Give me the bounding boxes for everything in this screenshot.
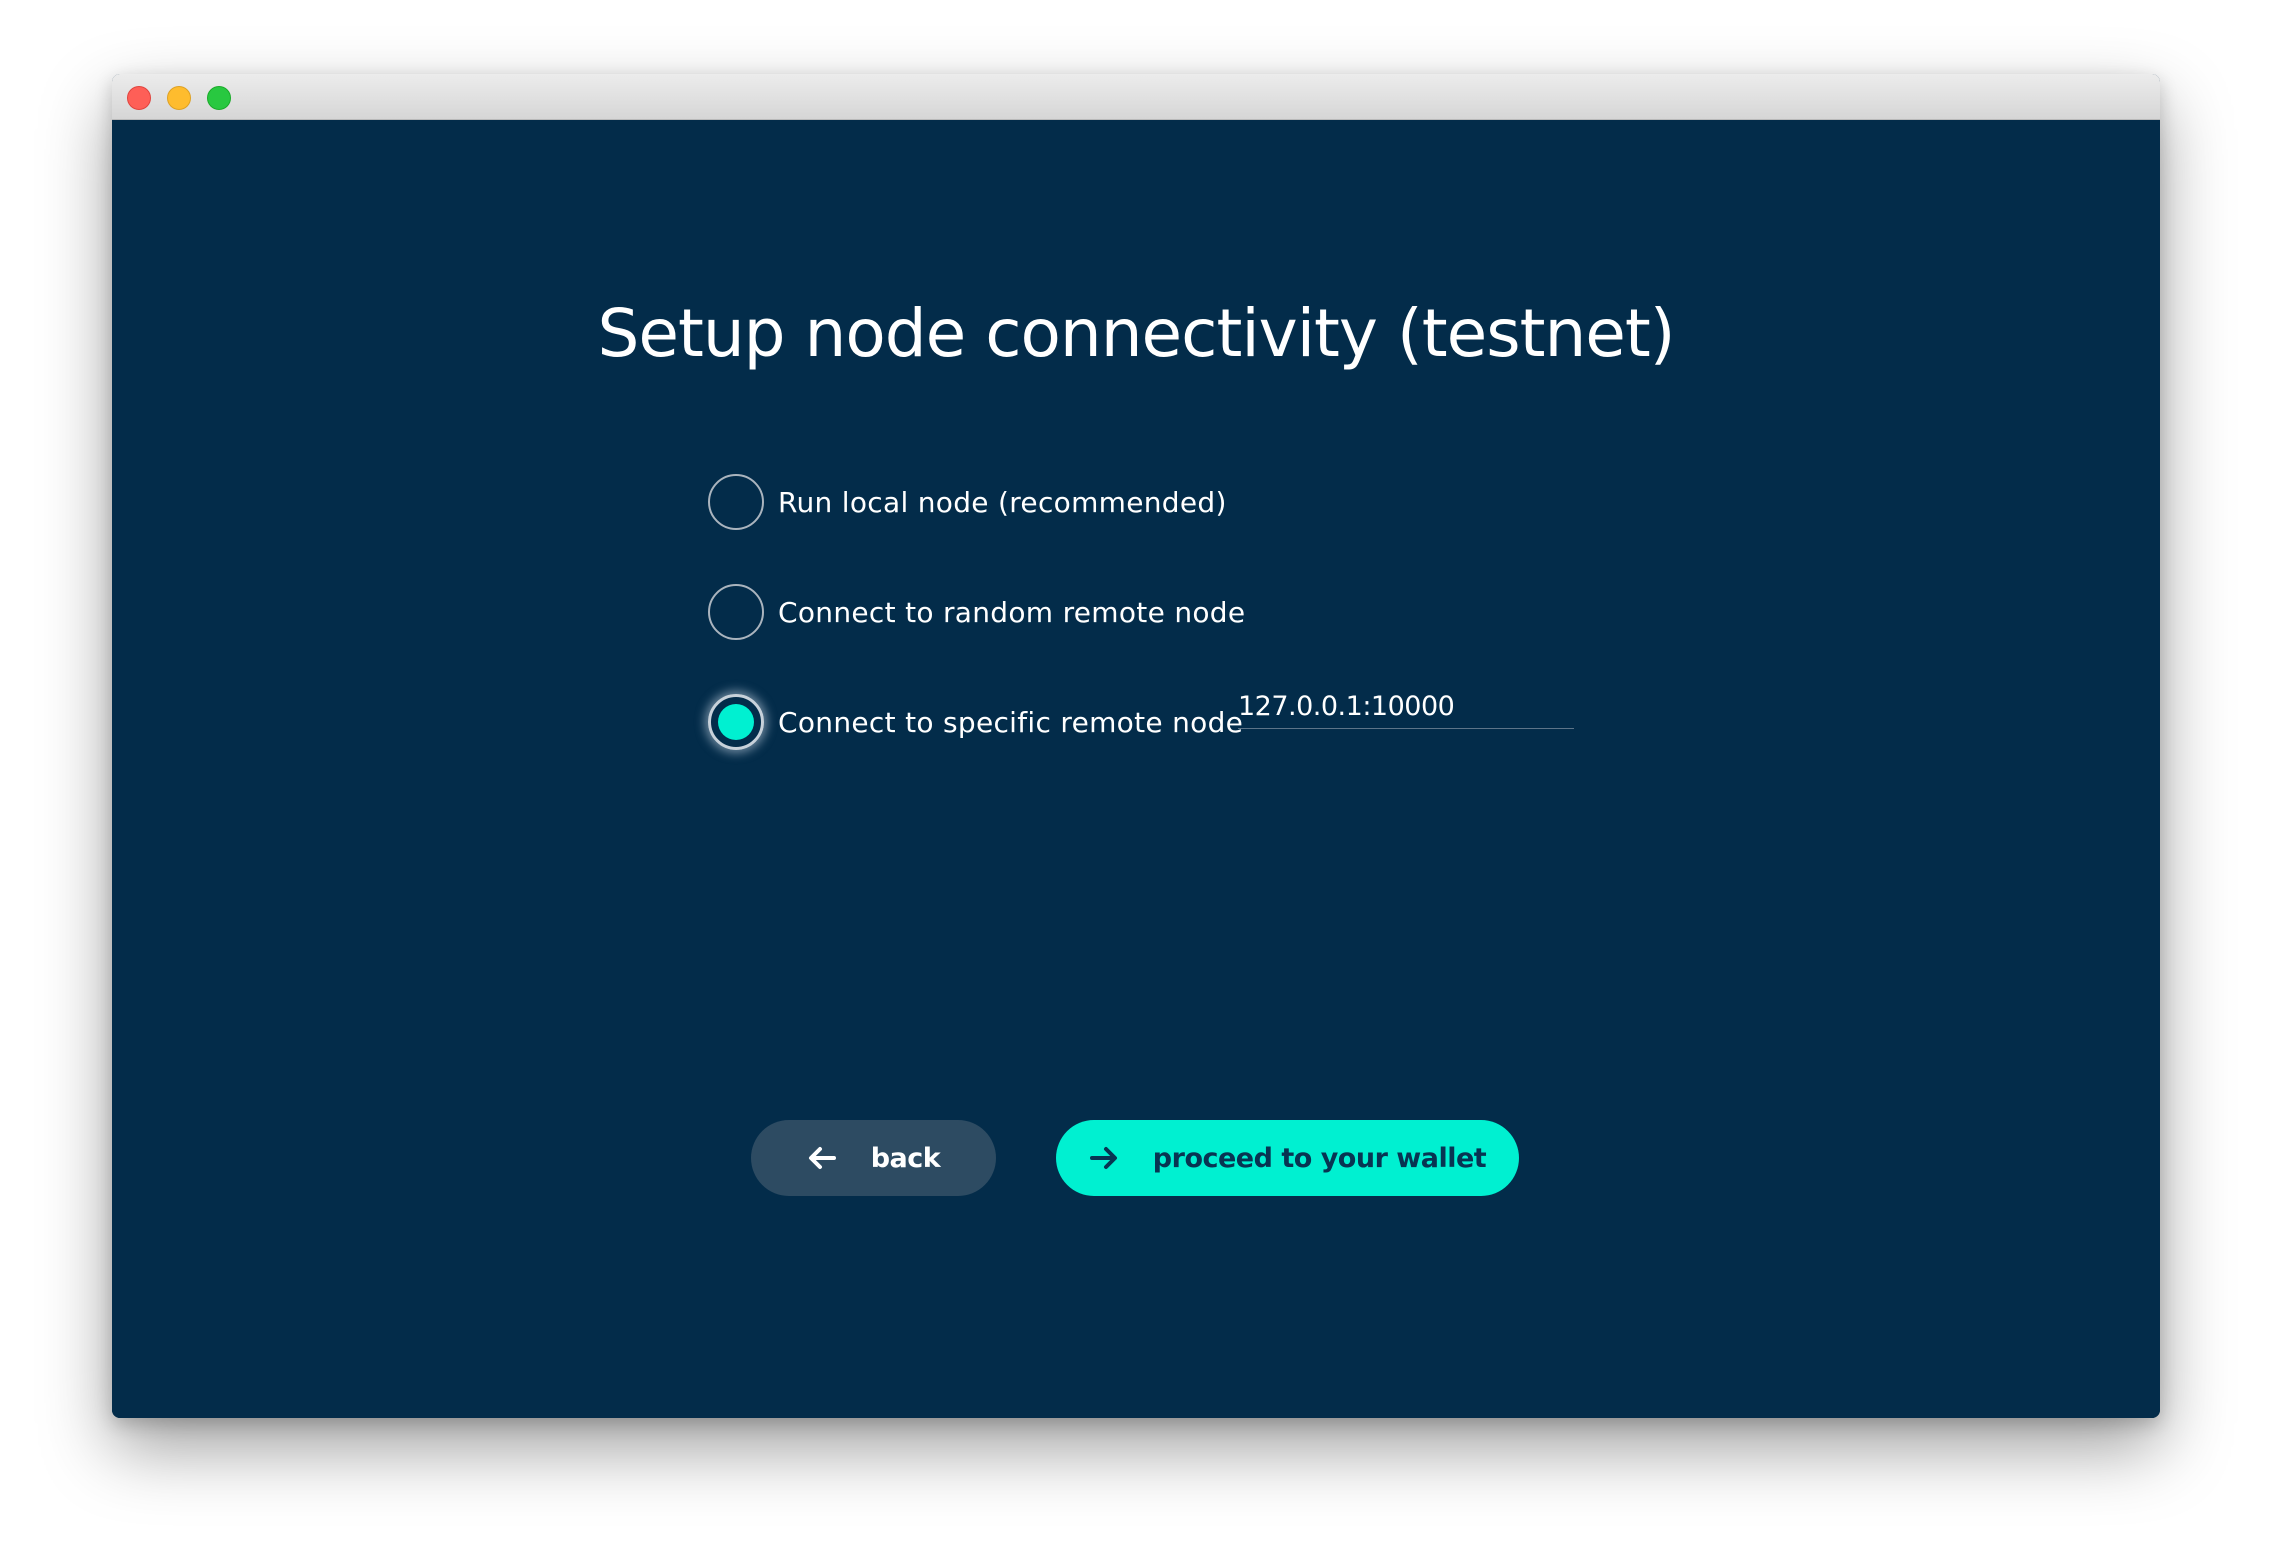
page-title: Setup node connectivity (testnet) — [597, 295, 1675, 372]
radio-run-local-node[interactable] — [708, 474, 764, 530]
back-button[interactable]: back — [751, 1120, 996, 1196]
close-window-button[interactable] — [127, 86, 151, 110]
arrow-right-icon — [1089, 1146, 1119, 1170]
radio-specific-remote-node[interactable] — [708, 694, 764, 750]
option-specific-remote-node[interactable]: Connect to specific remote node — [708, 692, 1243, 752]
back-button-label: back — [870, 1142, 941, 1174]
option-label: Connect to random remote node — [778, 595, 1246, 629]
option-label: Connect to specific remote node — [778, 705, 1244, 739]
arrow-left-icon — [807, 1146, 837, 1170]
option-label: Run local node (recommended) — [778, 485, 1227, 519]
maximize-window-button[interactable] — [207, 86, 231, 110]
option-run-local-node[interactable]: Run local node (recommended) — [708, 472, 1227, 532]
radio-random-remote-node[interactable] — [708, 584, 764, 640]
minimize-window-button[interactable] — [167, 86, 191, 110]
proceed-button-label: proceed to your wallet — [1152, 1142, 1487, 1174]
setup-content: Setup node connectivity (testnet) Run lo… — [112, 120, 2160, 1418]
proceed-to-wallet-button[interactable]: proceed to your wallet — [1056, 1120, 1519, 1196]
window-titlebar[interactable] — [112, 74, 2160, 120]
app-window: Setup node connectivity (testnet) Run lo… — [112, 74, 2160, 1418]
remote-node-address-input[interactable] — [1238, 684, 1574, 729]
option-random-remote-node[interactable]: Connect to random remote node — [708, 582, 1245, 642]
